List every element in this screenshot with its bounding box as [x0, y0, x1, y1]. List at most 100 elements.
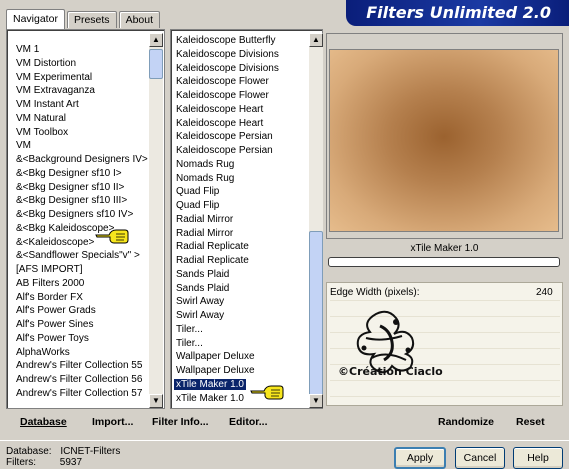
list-item[interactable]: VM Toolbox	[8, 126, 148, 140]
list-item-label: &<Kaleidoscope>	[16, 236, 95, 248]
list-item[interactable]: Andrew's Filter Collection 56	[8, 373, 148, 387]
scroll-up-button[interactable]: ▲	[309, 33, 323, 47]
list-item[interactable]: VM Distortion	[8, 57, 148, 71]
list-item[interactable]: &<Bkg Designer sf10 I>	[8, 167, 148, 181]
list-item[interactable]: xTile Maker 1.0	[168, 378, 308, 392]
apply-button[interactable]: Apply	[394, 447, 446, 469]
list-item[interactable]: &<Background Designers IV>	[8, 153, 148, 167]
list-item[interactable]: Kaleidoscope Butterfly	[168, 34, 308, 48]
status-value: ICNET-Filters	[60, 446, 121, 457]
pointing-hand-icon	[250, 385, 284, 400]
list-item[interactable]: VM Experimental	[8, 71, 148, 85]
list-item-label: Kaleidoscope Flower	[176, 76, 269, 88]
list-item[interactable]: xTile Maker 1.0	[168, 392, 308, 406]
reset-button[interactable]: Reset	[516, 416, 545, 430]
status-label: Database:	[6, 446, 52, 457]
tab-navigator[interactable]: Navigator	[6, 9, 65, 29]
progress-bar	[328, 257, 560, 267]
list-item[interactable]: Alf's Power Toys	[8, 332, 148, 346]
list-item[interactable]: Kaleidoscope Persian	[168, 130, 308, 144]
list-item[interactable]: Wallpaper Deluxe	[168, 364, 308, 378]
cancel-button[interactable]: Cancel	[455, 447, 505, 469]
scroll-up-button[interactable]: ▲	[149, 33, 163, 47]
list-item-label: &<Bkg Designer sf10 III>	[16, 195, 128, 207]
list-item[interactable]: &<Bkg Designer sf10 II>	[8, 181, 148, 195]
list-item[interactable]: Radial Replicate	[168, 240, 308, 254]
list-item[interactable]: Sands Plaid	[168, 268, 308, 282]
list-item[interactable]: Alf's Border FX	[8, 291, 148, 305]
list-item[interactable]: Alf's Power Sines	[8, 318, 148, 332]
list-item[interactable]: Tiler...	[168, 323, 308, 337]
list-item[interactable]: Quad Flip	[168, 199, 308, 213]
list-item[interactable]: AB Filters 2000	[8, 277, 148, 291]
list-item[interactable]: AlphaWorks	[8, 346, 148, 360]
database-button[interactable]: Database	[20, 416, 67, 430]
list-item[interactable]: Quad Flip	[168, 185, 308, 199]
list-item[interactable]: Swirl Away	[168, 295, 308, 309]
scroll-down-button[interactable]: ▼	[309, 394, 323, 408]
import-button[interactable]: Import...	[92, 416, 133, 430]
list-item-label: AB Filters 2000	[16, 277, 85, 289]
list-item[interactable]: &<Bkg Designers sf10 IV>	[8, 208, 148, 222]
editor-button[interactable]: Editor...	[229, 416, 268, 430]
list-item[interactable]: Sands Plaid	[168, 282, 308, 296]
watermark-logo: ©Création Ciaclo	[338, 310, 443, 378]
list-item[interactable]: Nomads Rug	[168, 172, 308, 186]
list-item-label: Alf's Power Toys	[16, 332, 89, 344]
list-item-label: Alf's Border FX	[16, 291, 83, 303]
category-scrollbar[interactable]: ▲ ▼	[149, 33, 163, 408]
list-item[interactable]: Kaleidoscope Divisions	[168, 48, 308, 62]
list-item[interactable]: &<Bkg Designer sf10 III>	[8, 194, 148, 208]
list-item-label: Andrew's Filter Collection 57	[16, 387, 143, 399]
scroll-thumb[interactable]	[149, 49, 163, 79]
list-item-label: &<Bkg Designer sf10 I>	[16, 167, 122, 179]
list-item-label: VM Extravaganza	[16, 85, 95, 97]
scroll-down-button[interactable]: ▼	[149, 394, 163, 408]
pointing-hand-icon	[95, 229, 129, 244]
list-item[interactable]: &<Sandflower Specials"v" >	[8, 249, 148, 263]
list-item[interactable]: VM 1	[8, 43, 148, 57]
list-item-label: &<Sandflower Specials"v" >	[16, 250, 140, 262]
list-item[interactable]: Andrew's Filter Collection 57	[8, 387, 148, 401]
list-item[interactable]: VM Extravaganza	[8, 84, 148, 98]
tab-presets[interactable]: Presets	[66, 11, 117, 28]
list-item-label: Kaleidoscope Heart	[176, 103, 264, 115]
list-item[interactable]: Kaleidoscope Flower	[168, 75, 308, 89]
list-item[interactable]: Kaleidoscope Divisions	[168, 62, 308, 76]
list-item[interactable]: Radial Replicate	[168, 254, 308, 268]
filter-list[interactable]: Kaleidoscope Butterfly Kaleidoscope Divis…	[168, 34, 308, 408]
list-item[interactable]: Kaleidoscope Heart	[168, 103, 308, 117]
filter-info-button[interactable]: Filter Info...	[152, 416, 209, 430]
list-item-label: Kaleidoscope Divisions	[176, 62, 279, 74]
list-item[interactable]: Kaleidoscope Flower	[168, 89, 308, 103]
preview-image	[329, 49, 559, 232]
list-item-label: Tiler...	[176, 337, 203, 349]
list-item[interactable]: Radial Mirror	[168, 213, 308, 227]
list-item-label: Sands Plaid	[176, 268, 230, 280]
list-item-label: &<Bkg Designers sf10 IV>	[16, 209, 134, 220]
list-item[interactable]: Radial Mirror	[168, 227, 308, 241]
list-item[interactable]: Kaleidoscope Heart	[168, 117, 308, 131]
list-item[interactable]: VM Instant Art	[8, 98, 148, 112]
list-item-label: VM Toolbox	[16, 126, 69, 138]
list-item[interactable]: Kaleidoscope Persian	[168, 144, 308, 158]
list-item[interactable]: Tiler...	[168, 337, 308, 351]
list-item[interactable]: Alf's Power Grads	[8, 304, 148, 318]
param-value[interactable]: 240	[536, 287, 553, 298]
list-item[interactable]: VM	[8, 139, 148, 153]
tab-about[interactable]: About	[118, 11, 161, 28]
list-item-label: Kaleidoscope Heart	[176, 117, 264, 129]
randomize-button[interactable]: Randomize	[438, 416, 494, 430]
scroll-thumb[interactable]	[309, 231, 323, 396]
list-item[interactable]: VM Natural	[8, 112, 148, 126]
list-item[interactable]: Andrew's Filter Collection 55	[8, 359, 148, 373]
list-item[interactable]: Wallpaper Deluxe	[168, 350, 308, 364]
status-value: 5937	[59, 457, 83, 468]
list-item[interactable]: Nomads Rug	[168, 158, 308, 172]
list-item[interactable]: Swirl Away	[168, 309, 308, 323]
list-item[interactable]: [AFS IMPORT]	[8, 263, 148, 277]
help-button[interactable]: Help	[513, 447, 563, 469]
filter-scrollbar[interactable]: ▲ ▼	[309, 33, 323, 408]
list-item-label: Radial Mirror	[176, 213, 234, 225]
category-list[interactable]: VM 1 VM Distortion VM Experimental VM Extra…	[8, 43, 148, 408]
